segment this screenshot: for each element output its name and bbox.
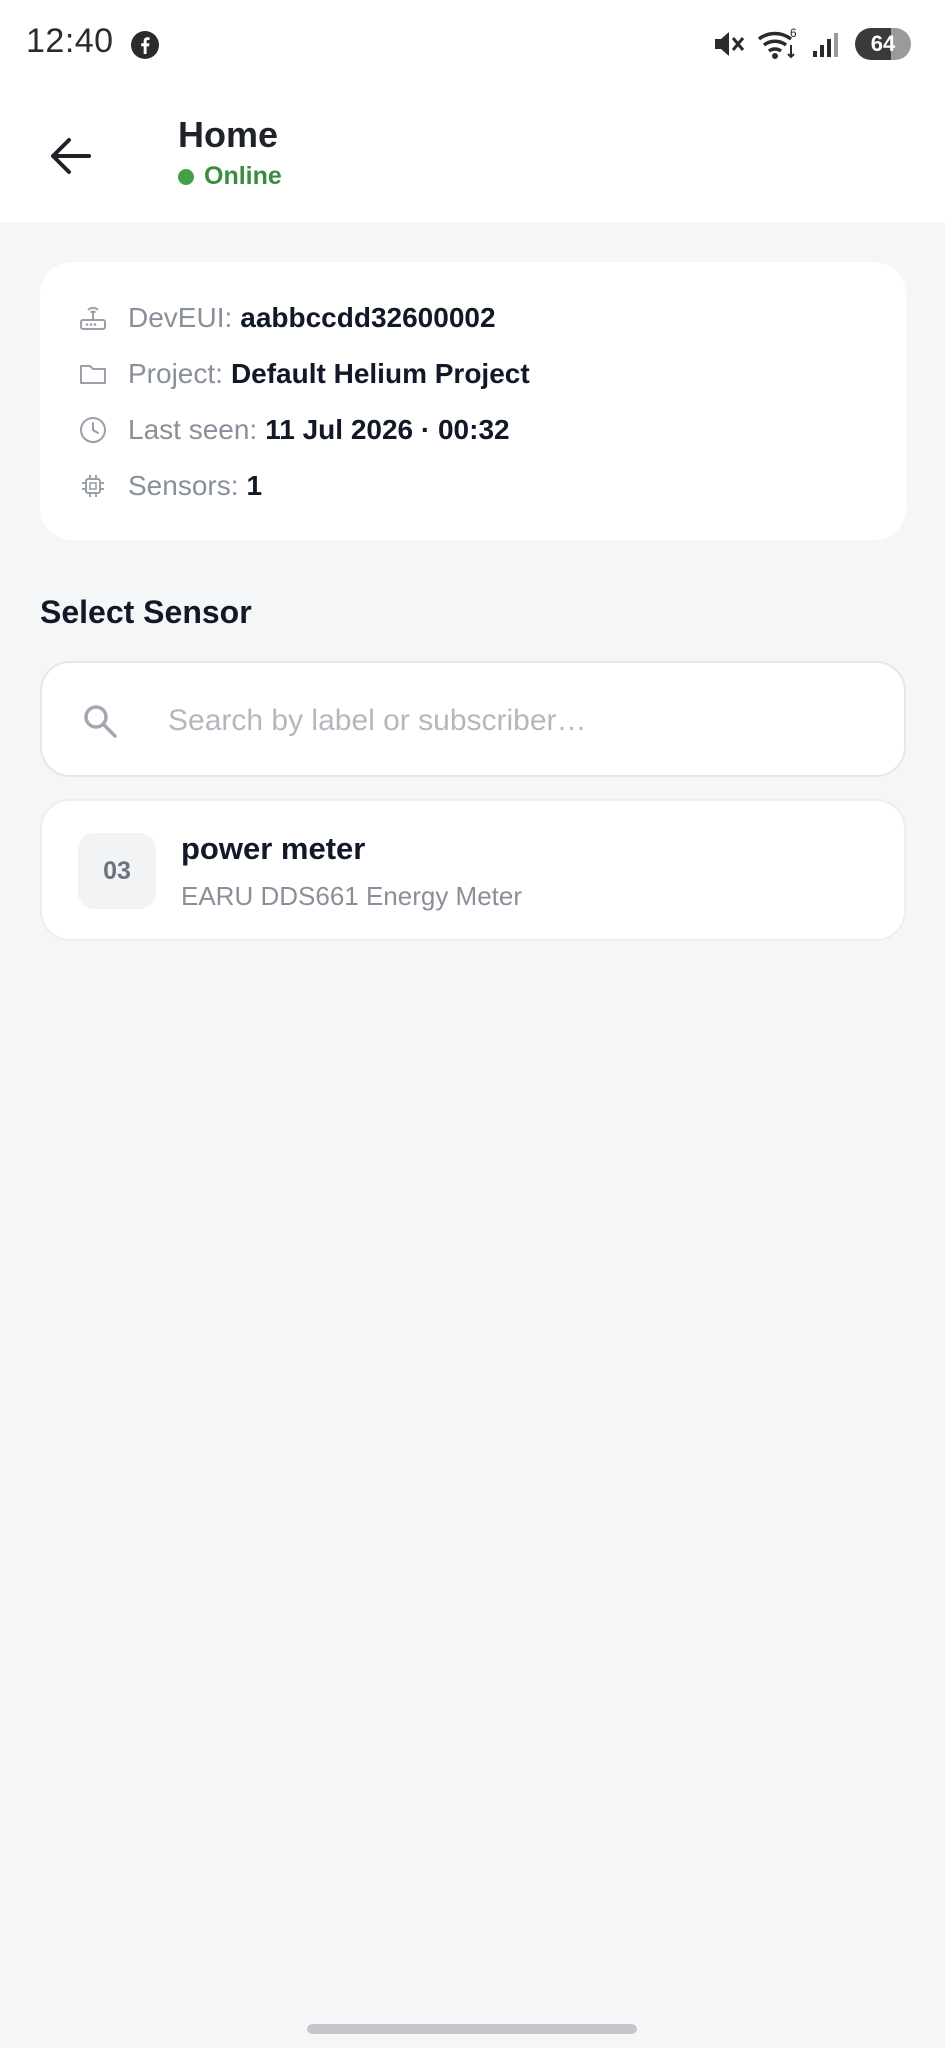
folder-icon <box>76 357 110 391</box>
deveui-label: DevEUI: <box>128 302 233 333</box>
sensors-value: 1 <box>246 470 263 501</box>
project-row: Project: Default Helium Project <box>76 354 530 394</box>
last-seen-label: Last seen: <box>128 414 258 445</box>
project-label: Project: <box>128 358 223 389</box>
wifi-badge: 6 <box>790 27 797 40</box>
search-input[interactable] <box>168 693 868 749</box>
page-title: Home <box>178 114 279 155</box>
device-info-card: DevEUI: aabbccdd32600002 Project: Defaul… <box>40 262 906 540</box>
deveui-row: DevEUI: aabbccdd32600002 <box>76 298 496 338</box>
sensor-badge: 03 <box>78 833 156 909</box>
deveui-value: aabbccdd32600002 <box>240 302 496 333</box>
search-icon <box>84 705 117 738</box>
chip-icon <box>76 469 110 503</box>
home-indicator[interactable] <box>307 2024 637 2034</box>
clock-icon <box>76 413 110 447</box>
status-time: 12:40 <box>26 22 114 60</box>
last-seen-row: Last seen: 11 Jul 2026 · 00:32 <box>76 410 510 450</box>
wifi-icon: 6 <box>757 27 797 59</box>
facebook-icon <box>131 31 159 59</box>
status-icons: 6 64 <box>711 24 911 64</box>
app-bar: Home Online <box>0 90 945 222</box>
signal-icon <box>813 33 838 57</box>
router-icon <box>76 301 110 335</box>
last-seen-value: 11 Jul 2026 · 00:32 <box>265 414 510 445</box>
sensors-row: Sensors: 1 <box>76 466 262 506</box>
sensor-name: power meter <box>181 831 366 866</box>
battery-indicator: 64 <box>855 28 911 60</box>
status-bar: 12:40 6 64 <box>0 0 945 90</box>
online-dot <box>178 168 194 185</box>
project-value: Default Helium Project <box>230 358 530 389</box>
sensor-model: EARU DDS661 Energy Meter <box>181 881 523 911</box>
search-box[interactable] <box>40 661 906 777</box>
sensors-label: Sensors: <box>128 470 239 501</box>
back-button[interactable] <box>40 126 100 186</box>
sensor-list-item[interactable]: 03 power meter EARU DDS661 Energy Meter <box>40 799 906 941</box>
arrow-left-icon <box>51 138 91 174</box>
online-status: Online <box>178 162 282 191</box>
section-title: Select Sensor <box>40 594 252 630</box>
mute-icon <box>715 32 745 56</box>
online-status-text: Online <box>204 162 282 190</box>
